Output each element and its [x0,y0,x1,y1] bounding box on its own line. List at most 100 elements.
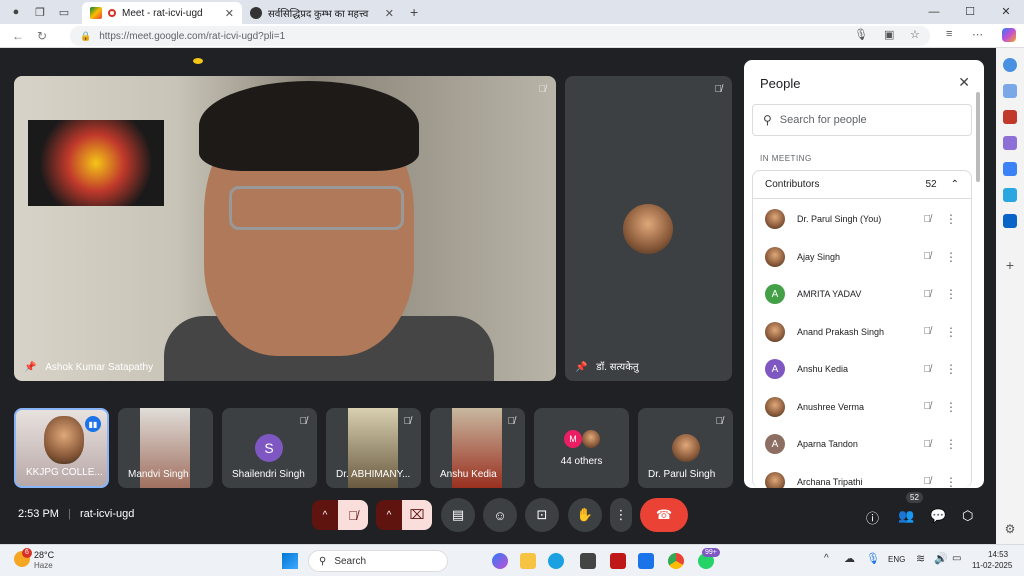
close-icon[interactable]: ✕ [385,7,394,20]
captions-button[interactable]: ▤ [441,498,475,532]
participant-row[interactable]: Ajay Singh 🎙̸ ⋮ [753,239,971,275]
main-video-tile[interactable]: 🎙̸ 📌 Ashok Kumar Satapathy [14,76,556,381]
bottom-tile[interactable]: 🎙̸ Anshu Kedia [430,408,525,488]
mic-off-icon[interactable]: 🎙̸ [924,326,932,337]
more-vert-icon[interactable]: ⋮ [945,362,957,376]
wifi-icon[interactable]: ≋ [916,552,925,565]
camera-options-button[interactable]: ^ [376,500,402,530]
mic-off-icon[interactable]: 🎙̸ [924,214,932,225]
participant-row[interactable]: A Anshu Kedia 🎙̸ ⋮ [753,351,971,387]
tag-icon[interactable] [1003,84,1017,98]
maximize-icon[interactable]: ☐ [952,0,988,24]
close-icon[interactable]: ✕ [958,74,970,91]
copilot-icon[interactable] [1002,28,1016,42]
window-close-icon[interactable]: ✕ [988,0,1024,24]
mic-off-icon[interactable]: 🎙̸ [924,289,932,300]
copilot-icon[interactable] [492,553,508,569]
mic-options-button[interactable]: ^ [312,500,338,530]
edge-icon[interactable] [548,553,564,569]
start-icon[interactable] [282,553,298,569]
mcafee-icon[interactable] [610,553,626,569]
camera-toggle-button[interactable]: ⌧ [402,500,432,530]
settings-icon[interactable]: ⚙ [1003,522,1017,536]
language-indicator[interactable]: ENG [888,555,905,564]
more-icon[interactable]: ⋯ [972,28,983,41]
profile-icon[interactable]: ● [8,4,24,20]
star-icon[interactable]: ☆ [910,28,920,41]
more-options-button[interactable]: ⋮ [610,498,632,532]
search-input[interactable]: ⚲ Search for people [752,104,972,136]
bottom-tile[interactable]: Mandvi Singh [118,408,213,488]
cloud-icon[interactable]: ☁ [844,552,855,565]
mic-off-icon[interactable]: 🎙̸ [924,476,932,487]
people-icon[interactable]: 👥 [898,508,914,524]
file-explorer-icon[interactable] [520,553,536,569]
mic-icon[interactable]: 🎙 [854,28,868,41]
volume-icon[interactable]: 🔊 [934,552,948,565]
outlook-icon[interactable] [1003,214,1017,228]
participant-row[interactable]: A AMRITA YADAV 🎙̸ ⋮ [753,276,971,312]
send-icon[interactable] [1003,188,1017,202]
mic-icon[interactable]: 🎙 [866,552,880,565]
avatar: A [765,359,785,379]
side-video-tile[interactable]: 🎙̸ 📌 डॉ. सत्यकेतु [565,76,732,381]
raise-hand-button[interactable]: ✋ [568,498,602,532]
back-icon[interactable]: ← [6,29,30,43]
leave-call-button[interactable]: ☎ [640,498,688,532]
cast-icon[interactable]: ▣ [884,28,894,41]
participant-row[interactable]: A Aparna Tandon 🎙̸ ⋮ [753,426,971,462]
tab-article[interactable]: सर्वसिद्धिप्रद कुम्भ का महत्त्व ✕ [242,2,402,24]
app-icon[interactable] [638,553,654,569]
participant-row[interactable]: Dr. Parul Singh (You) 🎙̸ ⋮ [753,201,971,237]
refresh-icon[interactable]: ↻ [30,29,54,43]
mic-off-icon[interactable]: 🎙̸ [924,439,932,450]
copilot-icon[interactable] [1003,162,1017,176]
activities-icon[interactable]: ⬡ [962,508,973,524]
bottom-tile[interactable]: ▮▮ KKJPG COLLE... [14,408,109,488]
chat-icon[interactable]: 💬 [930,508,946,524]
close-icon[interactable]: ✕ [225,7,234,20]
more-vert-icon[interactable]: ⋮ [945,400,957,414]
add-icon[interactable]: + [1003,258,1017,272]
bottom-tile[interactable]: 🎙̸ S Shailendri Singh [222,408,317,488]
games-icon[interactable] [1003,136,1017,150]
mic-off-icon[interactable]: 🎙̸ [924,401,932,412]
chrome-icon[interactable] [668,553,684,569]
emoji-button[interactable]: ☺ [483,498,517,532]
tab-meet[interactable]: Meet - rat-icvi-ugd ✕ [82,2,242,24]
clock-time[interactable]: 14:53 [988,550,1008,559]
battery-icon[interactable]: ▭ [952,553,961,564]
participant-row[interactable]: Anand Prakash Singh 🎙̸ ⋮ [753,314,971,350]
url-field[interactable]: 🔒 https://meet.google.com/rat-icvi-ugd?p… [70,26,930,46]
more-vert-icon[interactable]: ⋮ [945,437,957,451]
mic-off-icon[interactable]: 🎙̸ [924,251,932,262]
taskbar-search[interactable]: ⚲ Search [308,550,448,572]
present-button[interactable]: ⊡ [525,498,559,532]
scrollbar[interactable] [976,92,980,182]
search-icon[interactable] [1003,58,1017,72]
clock-date[interactable]: 11-02-2025 [972,561,1012,570]
new-tab-icon[interactable]: + [410,4,418,20]
chevron-up-icon[interactable]: ^ [824,553,829,564]
favorites-icon[interactable]: ≡ [946,28,952,40]
more-vert-icon[interactable]: ⋮ [945,325,957,339]
mic-off-icon[interactable]: 🎙̸ [924,364,932,375]
participant-row[interactable]: Anushree Verma 🎙̸ ⋮ [753,389,971,425]
others-tile[interactable]: M 44 others [534,408,629,488]
tab-actions-icon[interactable]: ▭ [56,4,72,20]
more-vert-icon[interactable]: ⋮ [945,287,957,301]
minimize-icon[interactable]: — [916,0,952,24]
info-icon[interactable]: ⓘ [866,508,879,527]
more-vert-icon[interactable]: ⋮ [945,250,957,264]
mic-toggle-button[interactable]: 🎙̸ [338,500,368,530]
more-vert-icon[interactable]: ⋮ [945,475,957,489]
contributors-header[interactable]: Contributors 52 ⌃ [753,171,971,199]
chevron-up-icon[interactable]: ⌃ [951,179,959,190]
store-icon[interactable] [580,553,596,569]
bottom-tile[interactable]: 🎙̸ Dr. ABHIMANY... [326,408,421,488]
tools-icon[interactable] [1003,110,1017,124]
bottom-tile[interactable]: 🎙̸ Dr. Parul Singh [638,408,733,488]
more-vert-icon[interactable]: ⋮ [945,212,957,226]
workspaces-icon[interactable]: ❐ [32,4,48,20]
participant-row[interactable]: Archana Tripathi 🎙̸ ⋮ [753,464,971,489]
